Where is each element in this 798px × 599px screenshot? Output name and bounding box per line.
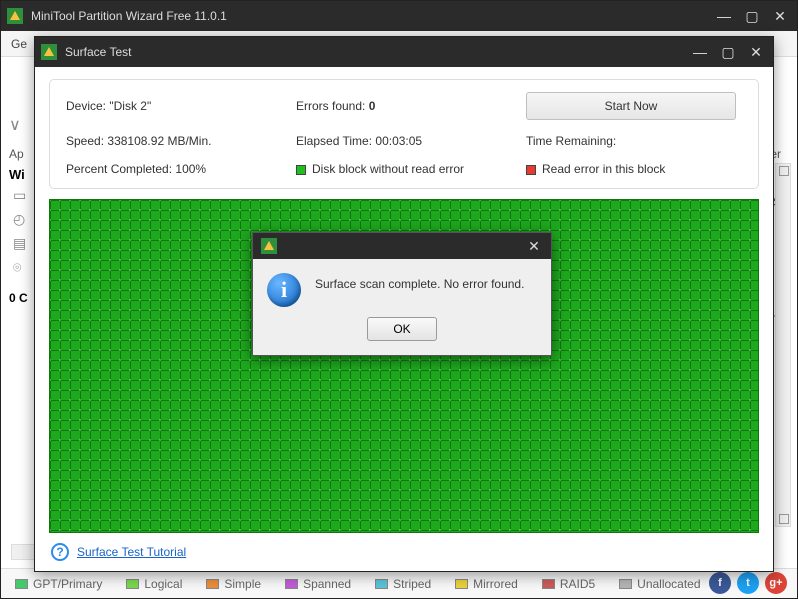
device-label: Device: "Disk 2" — [66, 99, 296, 113]
info-panel: Device: "Disk 2" Errors found: 0 Start N… — [49, 79, 759, 189]
legend-ok: Disk block without read error — [296, 162, 526, 176]
main-title: MiniTool Partition Wizard Free 11.0.1 — [31, 9, 713, 23]
surface-titlebar[interactable]: Surface Test — ▢ ✕ — [35, 37, 773, 67]
legend-swatch-spanned — [285, 579, 298, 589]
chevron-down-icon[interactable]: ∨ — [9, 115, 21, 135]
alert-dialog: ✕ i Surface scan complete. No error foun… — [252, 232, 552, 356]
green-block-icon — [296, 165, 306, 175]
gplus-icon[interactable]: g+ — [765, 572, 787, 594]
app-icon — [7, 8, 23, 24]
legend-label: Simple — [224, 577, 261, 591]
close-icon[interactable]: ✕ — [523, 237, 545, 255]
legend-label: Unallocated — [637, 577, 700, 591]
legend-swatch-simple — [206, 579, 219, 589]
minimize-icon[interactable]: — — [689, 43, 711, 61]
legend-swatch-unalloc — [619, 579, 632, 589]
help-icon[interactable]: ? — [51, 543, 69, 561]
legend-label: GPT/Primary — [33, 577, 102, 591]
alert-titlebar[interactable]: ✕ — [253, 233, 551, 259]
wizard-icon-3[interactable]: ▤ — [13, 235, 31, 249]
twitter-icon[interactable]: t — [737, 572, 759, 594]
maximize-icon[interactable]: ▢ — [741, 7, 763, 25]
surface-title: Surface Test — [65, 45, 689, 59]
elapsed-label: Elapsed Time: 00:03:05 — [296, 134, 526, 148]
ok-button[interactable]: OK — [367, 317, 437, 341]
operations-count: 0 C — [9, 291, 28, 305]
vertical-scrollbar[interactable] — [775, 163, 791, 527]
legend-label: Logical — [144, 577, 182, 591]
legend-swatch-striped — [375, 579, 388, 589]
legend-swatch-raid5 — [542, 579, 555, 589]
minimize-icon[interactable]: — — [713, 7, 735, 25]
red-block-icon — [526, 165, 536, 175]
legend-swatch-gpt — [15, 579, 28, 589]
alert-message: Surface scan complete. No error found. — [315, 273, 524, 291]
legend-label: Mirrored — [473, 577, 518, 591]
facebook-icon[interactable]: f — [709, 572, 731, 594]
percent-label: Percent Completed: 100% — [66, 162, 296, 176]
legend-label: Spanned — [303, 577, 351, 591]
app-icon — [41, 44, 57, 60]
start-now-button[interactable]: Start Now — [526, 92, 736, 120]
legend-err: Read error in this block — [526, 162, 742, 176]
legend-label: RAID5 — [560, 577, 595, 591]
menu-item[interactable]: Ge — [11, 37, 27, 51]
legend-bar: GPT/Primary Logical Simple Spanned Strip… — [1, 568, 797, 598]
maximize-icon[interactable]: ▢ — [717, 43, 739, 61]
bg-text-ap: Ap — [9, 147, 24, 161]
wizard-icons: ▭ ◴ ▤ ⌾ — [13, 187, 31, 273]
remaining-label: Time Remaining: — [526, 134, 742, 148]
wizard-icon-4[interactable]: ⌾ — [13, 259, 31, 273]
close-icon[interactable]: ✕ — [769, 7, 791, 25]
tutorial-link[interactable]: Surface Test Tutorial — [77, 545, 186, 559]
app-icon — [261, 238, 277, 254]
wizards-heading: Wi — [9, 167, 25, 182]
legend-label: Striped — [393, 577, 431, 591]
legend-swatch-mirrored — [455, 579, 468, 589]
speed-label: Speed: 338108.92 MB/Min. — [66, 134, 296, 148]
close-icon[interactable]: ✕ — [745, 43, 767, 61]
main-titlebar[interactable]: MiniTool Partition Wizard Free 11.0.1 — … — [1, 1, 797, 31]
info-icon: i — [267, 273, 301, 307]
wizard-icon-2[interactable]: ◴ — [13, 211, 31, 225]
legend-swatch-logical — [126, 579, 139, 589]
errors-label: Errors found: 0 — [296, 99, 526, 113]
wizard-icon-1[interactable]: ▭ — [13, 187, 31, 201]
